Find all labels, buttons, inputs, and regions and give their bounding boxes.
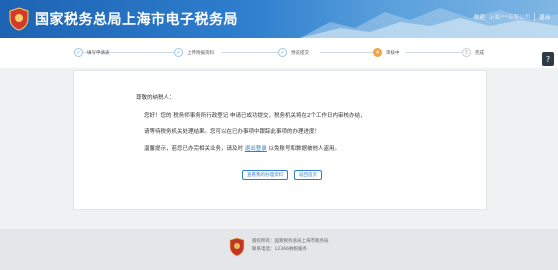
step-connector [222,52,280,53]
step-upload: ✓ 上传附报资料 [174,48,214,57]
divider [533,13,535,21]
user-area: 欢迎 上海***有限公司 退出 [474,13,550,21]
step-label: 审核中 [386,50,400,56]
tip-suffix: 以免账号和数据被他人盗用。 [268,146,341,152]
step-label: 上传附报资料 [187,50,214,56]
step-number: 4 [373,48,382,57]
progress-steps: ✓ 填写申请表 ✓ 上传附报资料 ✓ 预览提交 4 审核中 5 完成 [0,38,558,68]
site-footer: 版权所有：国家税务总局上海市税务局 联系电话：12366纳税服务 [0,229,558,270]
logout-link[interactable]: 退出 [539,13,550,21]
contact-text: 联系电话：12366纳税服务 [252,247,307,252]
step-label: 填写申请表 [87,50,110,56]
notice-line-1: 您好！您的 税务师事务所行政登记 申请已成功提交，税务机关将在2个工作日内审核办… [144,113,366,119]
footer-text: 版权所有：国家税务总局上海市税务局 联系电话：12366纳税服务 [252,238,329,254]
site-title: 国家税务总局上海市电子税务局 [35,12,238,28]
step-complete: 5 完成 [462,48,484,57]
logout-link[interactable]: 退出登录 [245,146,267,152]
back-home-button[interactable]: 返回首页 [294,170,322,180]
step-label: 预览提交 [291,50,309,56]
check-icon: ✓ [74,48,83,57]
copyright-text: 版权所有：国家税务总局上海市税务局 [252,239,329,244]
company-name: 上海***有限公司 [488,15,530,21]
tax-emblem-logo [9,7,29,31]
notice-line-3: 温馨提示，若您已办完相关业务，请及时 退出登录 以免账号和数据被他人盗用。 [144,144,340,152]
view-materials-button[interactable]: 查看我的办理资料 [242,170,288,180]
welcome-text: 欢迎 [473,15,485,21]
check-icon: ✓ [174,48,183,57]
greeting-text: 尊敬的纳税人： [136,95,175,101]
site-header: 国家税务总局上海市电子税务局 欢迎 上海***有限公司 退出 [0,0,558,38]
step-connector [320,52,376,53]
help-icon[interactable]: ? [542,52,554,66]
step-fill-form: ✓ 填写申请表 [74,48,110,57]
step-label: 完成 [475,50,484,56]
action-buttons: 查看我的办理资料 返回首页 [242,170,322,180]
step-reviewing: 4 审核中 [373,48,400,57]
step-connector [406,52,462,53]
tax-emblem-icon [229,237,245,257]
submission-notice-card: 尊敬的纳税人： 您好！您的 税务师事务所行政登记 申请已成功提交，税务机关将在2… [73,70,487,210]
notice-line-2: 请等待税务机关处理结果。您可以在已办事项中跟踪此事项的办理进度！ [144,129,321,135]
tip-prefix: 温馨提示，若您已办完相关业务，请及时 [144,146,244,152]
step-preview: ✓ 预览提交 [278,48,309,57]
check-icon: ✓ [278,48,287,57]
step-number: 5 [462,48,471,57]
